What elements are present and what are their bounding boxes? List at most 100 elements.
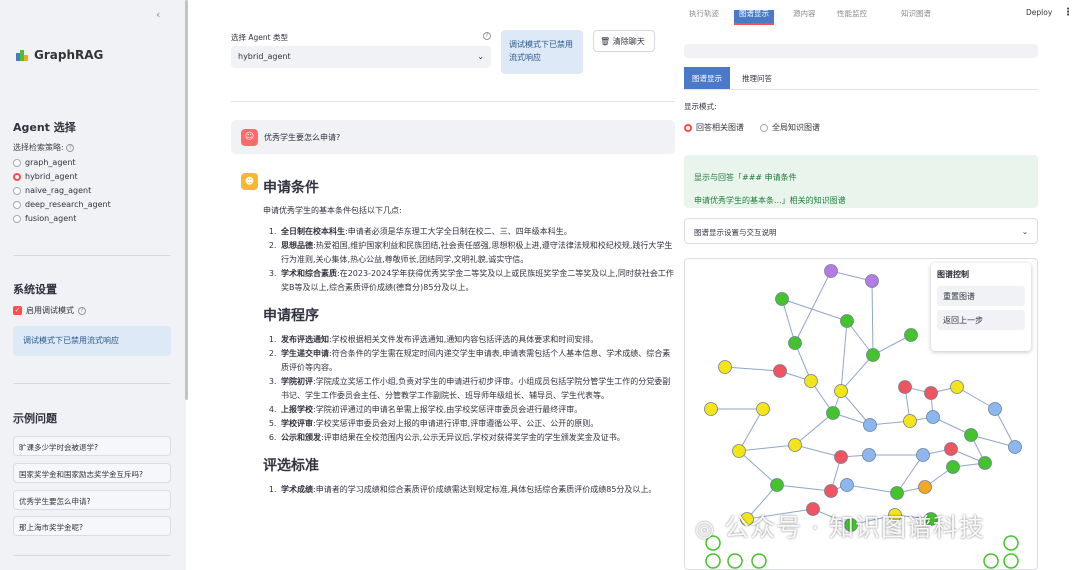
examples-title: 示例问题 bbox=[13, 412, 57, 425]
tab-knowledge-graph[interactable]: 知识图谱 bbox=[896, 10, 936, 25]
display-mode-label: 显示模式: bbox=[684, 102, 717, 111]
strategy-label: 选择检索策略: ? bbox=[13, 142, 75, 153]
graph-node[interactable] bbox=[964, 428, 978, 442]
reset-graph-button[interactable]: 重置图谱 bbox=[937, 286, 1025, 306]
graph-edge bbox=[738, 444, 796, 452]
graph-node[interactable] bbox=[1008, 440, 1022, 454]
main-menu-icon[interactable]: ⋮ bbox=[1063, 7, 1073, 18]
streaming-warning: 调试模式下已禁用流式响应 bbox=[501, 30, 583, 74]
mode-radio-global[interactable]: 全局知识图谱 bbox=[760, 122, 820, 133]
graph-edge bbox=[846, 484, 898, 494]
graph-node[interactable] bbox=[718, 360, 732, 374]
graph-node[interactable] bbox=[904, 328, 918, 342]
graph-nav-button[interactable] bbox=[727, 553, 743, 569]
graph-node[interactable] bbox=[804, 374, 818, 388]
watermark: ◎ 公众号 · 知识图谱科技 bbox=[695, 513, 985, 542]
assistant-avatar-icon: ☻ bbox=[241, 173, 258, 190]
graph-node[interactable] bbox=[834, 450, 848, 464]
radio-selected-icon bbox=[684, 123, 692, 132]
agent-type-label: 选择 Agent 类型 bbox=[231, 33, 288, 42]
graph-nav-button[interactable] bbox=[1003, 535, 1019, 551]
graph-node[interactable] bbox=[916, 448, 930, 462]
graph-node[interactable] bbox=[978, 456, 992, 470]
graph-node[interactable] bbox=[924, 386, 938, 400]
list-item: 思想品德:热爱祖国,维护国家利益和民族团结,社会责任感强,思想积极上进,遵守法律… bbox=[279, 239, 675, 267]
graph-node[interactable] bbox=[950, 380, 964, 394]
heading-conditions: 申请条件 bbox=[263, 180, 319, 196]
graph-node[interactable] bbox=[840, 314, 854, 328]
divider bbox=[13, 255, 171, 256]
graph-edge bbox=[871, 280, 874, 356]
help-icon[interactable]: ? bbox=[78, 306, 86, 315]
graph-edge bbox=[781, 298, 848, 322]
list-item: 学院初评:学院成立奖惩工作小组,负责对学生的申请进行初步评审。小组成员包括学院分… bbox=[279, 375, 675, 403]
graph-nav-button[interactable] bbox=[983, 553, 999, 569]
tab-graph-view[interactable]: 图谱显示 bbox=[684, 67, 730, 89]
user-question: 优秀学生要怎么申请? bbox=[264, 132, 341, 142]
graph-node[interactable] bbox=[834, 384, 848, 398]
graph-node[interactable] bbox=[903, 414, 917, 428]
radio-icon bbox=[13, 200, 21, 209]
agent-radio-deep[interactable]: deep_research_agent bbox=[13, 200, 111, 209]
graph-node[interactable] bbox=[866, 348, 880, 362]
radio-icon bbox=[13, 186, 21, 195]
agent-radio-hybrid[interactable]: hybrid_agent bbox=[13, 172, 78, 181]
help-icon[interactable]: ? bbox=[66, 143, 75, 152]
procedure-list: 发布评选通知:学校根据相关文件发布评选通知,通知内容包括评选的具体要求和时间安排… bbox=[279, 333, 675, 445]
graph-node[interactable] bbox=[732, 444, 746, 458]
graph-node[interactable] bbox=[788, 438, 802, 452]
graph-node[interactable] bbox=[775, 292, 789, 306]
clear-chat-button[interactable]: 🗑 清除聊天 bbox=[593, 30, 655, 52]
list-item: 全日制在校本科生:申请者必须是华东理工大学全日制在校二、三、四年级本科生。 bbox=[279, 225, 675, 239]
graph-node[interactable] bbox=[756, 402, 770, 416]
graph-nav-button[interactable] bbox=[1003, 553, 1019, 569]
graph-node[interactable] bbox=[865, 274, 879, 288]
graph-node[interactable] bbox=[770, 478, 784, 492]
graph-node[interactable] bbox=[946, 460, 960, 474]
graph-node[interactable] bbox=[944, 442, 958, 456]
agent-radio-naive[interactable]: naive_rag_agent bbox=[13, 186, 91, 195]
agent-type-select[interactable]: hybrid_agent ⌄ bbox=[231, 46, 491, 68]
top-tabs: 执行轨迹 图谱显示 源内容 性能监控 知识图谱 bbox=[684, 10, 1038, 35]
mode-radio-related[interactable]: 回答相关图谱 bbox=[684, 122, 744, 133]
graph-node[interactable] bbox=[898, 380, 912, 394]
graph-node[interactable] bbox=[788, 336, 802, 350]
example-button[interactable]: 国家奖学金和国家励志奖学金互斥吗? bbox=[13, 463, 171, 483]
graph-node[interactable] bbox=[824, 264, 838, 278]
sidebar-scrollbar[interactable] bbox=[185, 0, 188, 400]
collapse-sidebar-icon[interactable]: ‹ bbox=[156, 8, 160, 21]
graph-node[interactable] bbox=[862, 448, 876, 462]
help-icon[interactable]: ? bbox=[483, 31, 491, 40]
tab-reasoning-qa[interactable]: 推理问答 bbox=[734, 67, 780, 89]
undo-graph-button[interactable]: 返回上一步 bbox=[937, 310, 1025, 330]
graph-node[interactable] bbox=[824, 484, 838, 498]
assistant-answer: 申请条件 申请优秀学生的基本条件包括以下几点: 全日制在校本科生:申请者必须是华… bbox=[263, 173, 675, 507]
graph-node[interactable] bbox=[918, 480, 932, 494]
chevron-down-icon: ⌄ bbox=[477, 52, 484, 61]
debug-checkbox[interactable]: ✓ 启用调试模式 ? bbox=[13, 305, 86, 316]
graph-nav-button[interactable] bbox=[751, 553, 767, 569]
graph-node[interactable] bbox=[840, 478, 854, 492]
graph-node[interactable] bbox=[773, 364, 787, 378]
graph-settings-expander[interactable]: 图谱显示设置与交互说明 ⌄ bbox=[684, 218, 1038, 244]
graph-edge bbox=[794, 270, 832, 344]
agent-radio-graph[interactable]: graph_agent bbox=[13, 158, 76, 167]
example-button[interactable]: 旷课多少学时会被退学? bbox=[13, 436, 171, 456]
example-button[interactable]: 那上海市奖学金呢? bbox=[13, 516, 171, 536]
tab-source[interactable]: 源内容 bbox=[788, 10, 821, 25]
graph-nav-button[interactable] bbox=[705, 553, 721, 569]
answer-intro: 申请优秀学生的基本条件包括以下几点: bbox=[263, 206, 402, 215]
radio-selected-icon bbox=[13, 172, 21, 181]
tab-trace[interactable]: 执行轨迹 bbox=[684, 10, 724, 25]
graph-node[interactable] bbox=[890, 486, 904, 500]
graph-node[interactable] bbox=[926, 410, 940, 424]
agent-radio-fusion[interactable]: fusion_agent bbox=[13, 214, 76, 223]
tab-graph-display[interactable]: 图谱显示 bbox=[734, 10, 774, 25]
trash-icon: 🗑 bbox=[600, 37, 611, 46]
example-button[interactable]: 优秀学生要怎么申请? bbox=[13, 490, 171, 510]
graph-node[interactable] bbox=[704, 402, 718, 416]
graph-node[interactable] bbox=[826, 406, 840, 420]
graph-node[interactable] bbox=[863, 418, 877, 432]
tab-performance[interactable]: 性能监控 bbox=[832, 10, 872, 25]
graph-node[interactable] bbox=[988, 402, 1002, 416]
